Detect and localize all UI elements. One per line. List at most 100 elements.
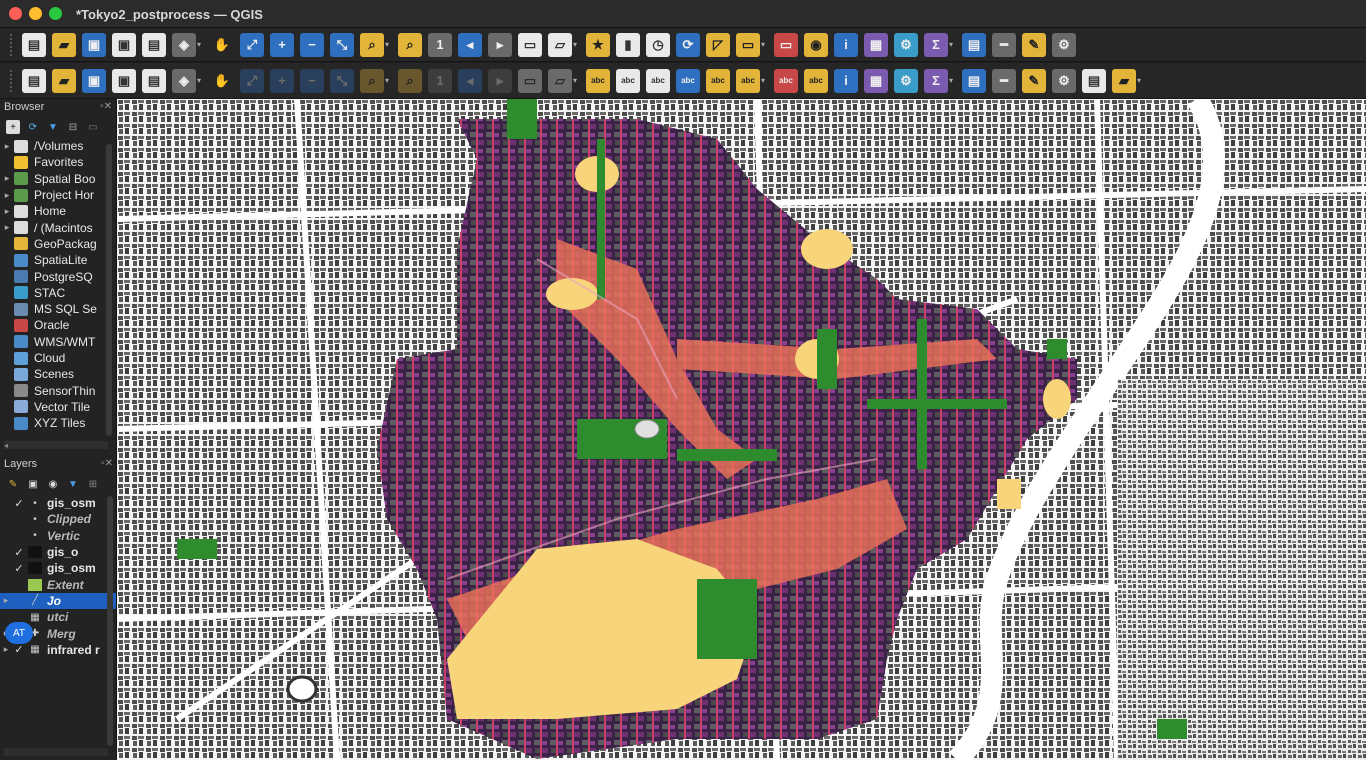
label-change-icon[interactable]: abc bbox=[736, 68, 760, 93]
layer-item[interactable]: Extent bbox=[0, 576, 116, 592]
browser-scrollbar[interactable] bbox=[106, 144, 112, 436]
new-virtual-layer-icon[interactable]: ◈ bbox=[172, 68, 196, 93]
add-feature-icon[interactable]: − bbox=[300, 68, 324, 93]
toggle-editing-icon[interactable]: ⤢ bbox=[240, 68, 264, 93]
delete-selected-icon[interactable]: ⌕ bbox=[398, 68, 422, 93]
browser-item[interactable]: SpatiaLite bbox=[0, 252, 116, 268]
manage-visibility-icon[interactable]: ◉ bbox=[46, 477, 60, 491]
expand-arrow-icon[interactable]: ▸ bbox=[0, 644, 12, 655]
layer-item[interactable]: ▸ ╱ Jo bbox=[0, 592, 116, 610]
browser-item[interactable]: Vector Tile bbox=[0, 399, 116, 415]
browser-item[interactable]: Cloud bbox=[0, 350, 116, 366]
label-pin-icon[interactable]: abc bbox=[616, 68, 640, 93]
digitize-icon[interactable]: ▣ bbox=[112, 68, 136, 93]
zoom-next-icon[interactable]: ▸ bbox=[488, 32, 512, 57]
zoom-native-icon[interactable]: 1 bbox=[428, 32, 452, 57]
browser-item[interactable]: ▸ /Volumes bbox=[0, 138, 116, 154]
filter-legend-icon[interactable]: ▼ bbox=[66, 477, 80, 491]
minimize-window-button[interactable] bbox=[29, 7, 42, 20]
dropdown-arrow-icon[interactable]: ▾ bbox=[197, 40, 205, 49]
browser-item[interactable]: Scenes bbox=[0, 366, 116, 382]
new-bookmark-icon[interactable]: ★ bbox=[586, 32, 610, 57]
close-window-button[interactable] bbox=[9, 7, 22, 20]
new-geopackage-icon[interactable]: ▰ bbox=[52, 68, 76, 93]
new-3d-view-icon[interactable]: ▱ bbox=[548, 32, 572, 57]
save-project-icon[interactable]: ▣ bbox=[82, 32, 106, 57]
select-feature-icon[interactable]: ◸ bbox=[706, 32, 730, 57]
expand-arrow-icon[interactable]: ▸ bbox=[0, 595, 12, 606]
pan-hand-icon[interactable]: ✋ bbox=[210, 33, 234, 57]
analysis-icon[interactable]: ▰ bbox=[1112, 68, 1136, 93]
layer-visibility-checkbox[interactable]: ✓ bbox=[12, 546, 26, 559]
plugin-icon[interactable]: ━ bbox=[992, 68, 1016, 93]
label-abc-icon[interactable]: abc bbox=[586, 68, 610, 93]
browser-item[interactable]: Oracle bbox=[0, 317, 116, 333]
zoom-last-icon[interactable]: ◂ bbox=[458, 32, 482, 57]
label-move-icon[interactable]: abc bbox=[676, 68, 700, 93]
processing-icon[interactable]: ⚙ bbox=[894, 68, 918, 93]
select-by-expression-icon[interactable]: ▭ bbox=[736, 32, 760, 57]
avatar[interactable]: AT bbox=[5, 622, 33, 644]
browser-item[interactable]: ▸ / (Macintos bbox=[0, 219, 116, 235]
redo-icon[interactable]: ▱ bbox=[548, 68, 572, 93]
save-edits-icon[interactable]: + bbox=[270, 68, 294, 93]
deselect-icon[interactable]: ▭ bbox=[774, 32, 798, 57]
toolbar-handle[interactable] bbox=[10, 69, 15, 92]
map-tips-icon[interactable]: ✎ bbox=[1022, 32, 1046, 57]
layer-visibility-checkbox[interactable]: ✓ bbox=[12, 562, 26, 575]
browser-horizontal-scrollbar[interactable]: ◂ bbox=[4, 441, 108, 450]
dropdown-arrow-icon[interactable]: ▾ bbox=[385, 76, 393, 85]
new-project-icon[interactable]: ▤ bbox=[22, 32, 46, 57]
dropdown-arrow-icon[interactable]: ▾ bbox=[949, 76, 957, 85]
browser-item[interactable]: ▸ Project Hor bbox=[0, 187, 116, 203]
undo-icon[interactable]: ▭ bbox=[518, 68, 542, 93]
zoom-to-layer-icon[interactable]: ⌕ bbox=[398, 32, 422, 57]
layers-horizontal-scrollbar[interactable] bbox=[4, 748, 108, 756]
expand-arrow-icon[interactable]: ▸ bbox=[0, 173, 14, 184]
dropdown-arrow-icon[interactable]: ▾ bbox=[949, 40, 957, 49]
dropdown-arrow-icon[interactable]: ▾ bbox=[761, 76, 769, 85]
label-rotate-icon[interactable]: abc bbox=[706, 68, 730, 93]
layer-visibility-checkbox[interactable]: ✓ bbox=[12, 643, 26, 656]
refresh-browser-icon[interactable]: ⟳ bbox=[26, 120, 40, 134]
layer-item[interactable]: ✓ • gis_osm bbox=[0, 495, 116, 511]
toolbar-handle[interactable] bbox=[10, 33, 15, 56]
toolbox-icon[interactable]: ⚙ bbox=[894, 32, 918, 57]
search-icon[interactable]: ▤ bbox=[1082, 68, 1106, 93]
open-project-icon[interactable]: ▰ bbox=[52, 32, 76, 57]
refresh-icon[interactable]: ⟳ bbox=[676, 32, 700, 57]
layer-item[interactable]: ▸ ✓ ▦ infrared r bbox=[0, 642, 116, 658]
rubber-band-icon[interactable]: Σ bbox=[924, 68, 948, 93]
layer-item[interactable]: • Vertic bbox=[0, 528, 116, 544]
attribute-table-icon[interactable]: ▦ bbox=[864, 32, 888, 57]
cut-features-icon[interactable]: 1 bbox=[428, 68, 452, 93]
panel-float-close-icon[interactable]: ▫✕ bbox=[100, 101, 112, 112]
statistics-icon[interactable]: Σ bbox=[924, 32, 948, 57]
show-bookmarks-icon[interactable]: ▮ bbox=[616, 32, 640, 57]
print-layout-icon[interactable]: ▤ bbox=[142, 32, 166, 57]
modify-attributes-icon[interactable]: ⌕ bbox=[360, 68, 384, 93]
dropdown-arrow-icon[interactable]: ▾ bbox=[573, 76, 581, 85]
browser-item[interactable]: SensorThin bbox=[0, 382, 116, 398]
map-rendering[interactable] bbox=[117, 99, 1366, 760]
save-as-icon[interactable]: ▣ bbox=[112, 32, 136, 57]
browser-item[interactable]: WMS/WMT bbox=[0, 334, 116, 350]
expand-arrow-icon[interactable]: ▸ bbox=[0, 141, 14, 152]
vertex-tool-icon[interactable]: ⤡ bbox=[330, 68, 354, 93]
dropdown-arrow-icon[interactable]: ▾ bbox=[573, 40, 581, 49]
label-diagram-icon[interactable]: abc bbox=[804, 68, 828, 93]
identify-icon[interactable]: i bbox=[834, 32, 858, 57]
temporal-controller-icon[interactable]: ◷ bbox=[646, 32, 670, 57]
gps-icon[interactable]: i bbox=[834, 68, 858, 93]
data-source-manager-icon[interactable]: ▤ bbox=[22, 68, 46, 93]
browser-item[interactable]: XYZ Tiles bbox=[0, 415, 116, 431]
settings-gear-icon[interactable]: ⚙ bbox=[1052, 32, 1076, 57]
zoom-full-icon[interactable]: ⤡ bbox=[330, 32, 354, 57]
point-icon[interactable]: ▤ bbox=[962, 68, 986, 93]
layer-item[interactable]: ✓ gis_osm bbox=[0, 560, 116, 576]
browser-item[interactable]: ▸ Home bbox=[0, 203, 116, 219]
dropdown-arrow-icon[interactable]: ▾ bbox=[1137, 76, 1145, 85]
style-layer-icon[interactable]: ✎ bbox=[6, 477, 20, 491]
layers-panel-float-close-icon[interactable]: ▫✕ bbox=[101, 458, 113, 469]
map-canvas[interactable] bbox=[117, 99, 1366, 760]
